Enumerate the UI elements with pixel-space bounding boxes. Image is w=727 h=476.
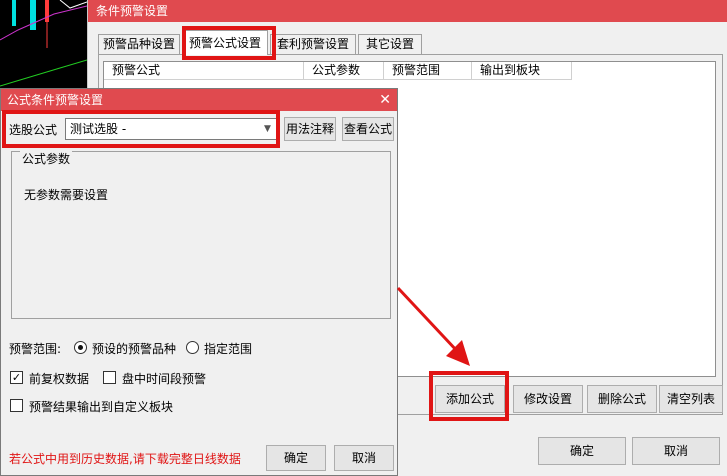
- annotation-arrow: [396, 286, 470, 366]
- arrow-shaft: [396, 286, 460, 354]
